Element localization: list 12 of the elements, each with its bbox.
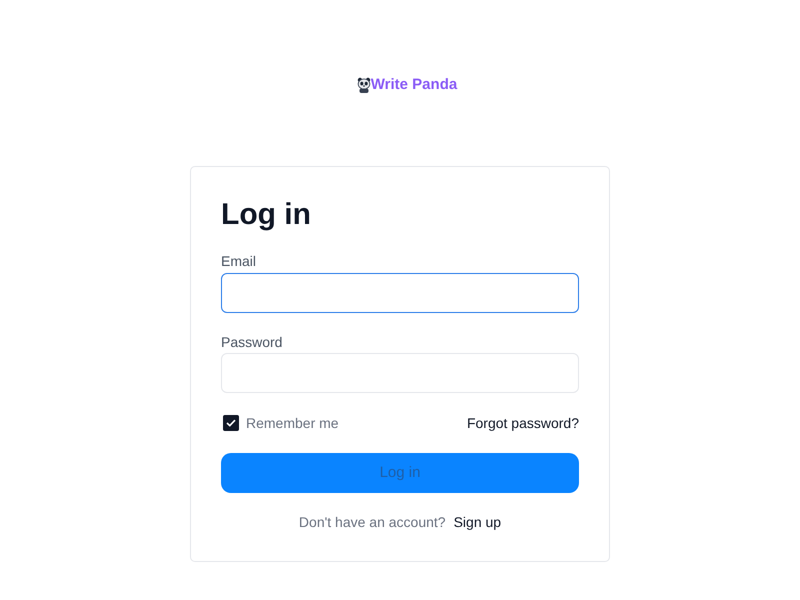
field-label: Password [221,333,284,352]
login-heading: Log in [221,197,312,233]
forgot-password-link[interactable]: Forgot password? [466,413,579,433]
signup-prompt: Don't have an account? [298,513,446,532]
checkmark-icon [226,419,236,427]
input-field[interactable] [221,273,579,313]
signup-link[interactable]: Sign up [454,512,502,532]
panda-icon [356,77,371,93]
remember-checkbox[interactable] [223,415,239,431]
remember-label: Remember me [246,414,339,433]
logo-text: Write Panda [370,75,458,95]
field-label: Email [221,252,258,271]
